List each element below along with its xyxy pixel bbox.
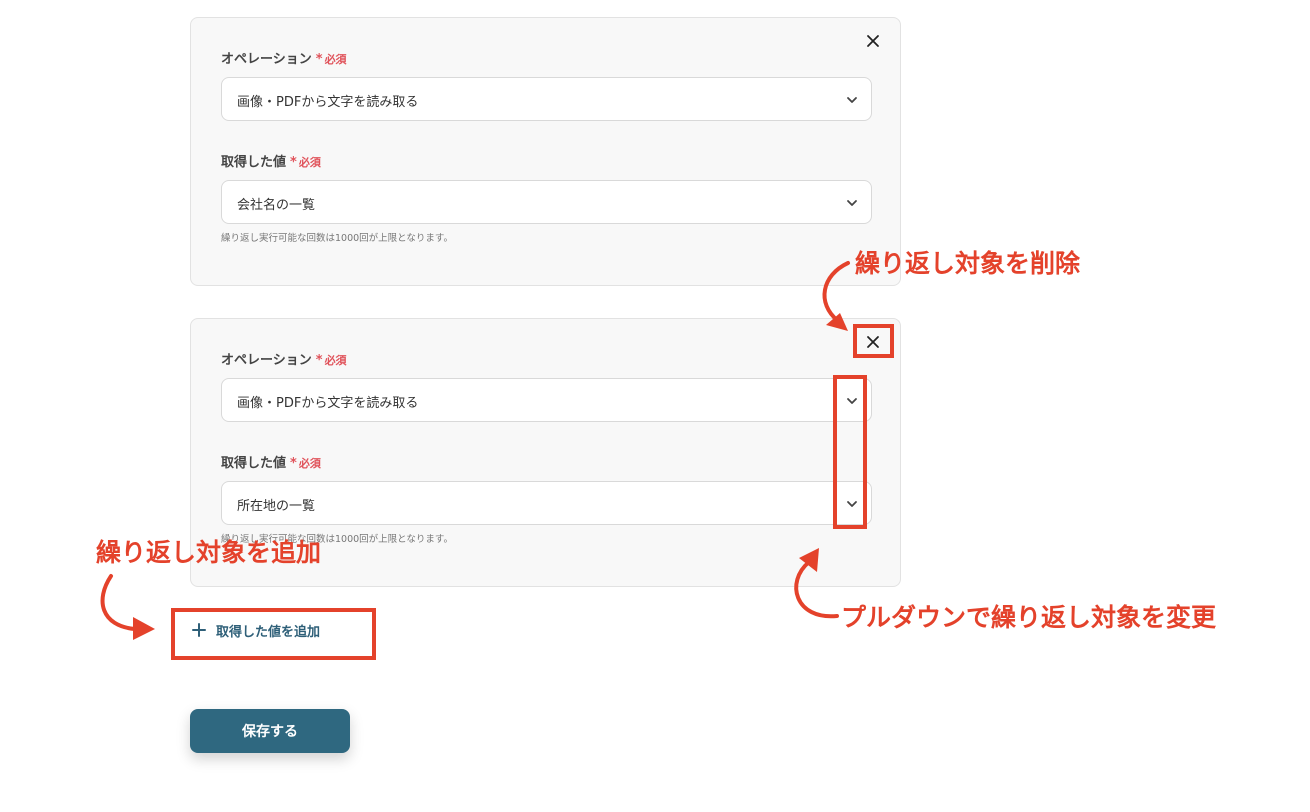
operation-select[interactable]: 画像・PDFから文字を読み取る <box>221 77 872 121</box>
required-text: 必須 <box>324 53 347 66</box>
remove-card-button[interactable] <box>862 30 884 52</box>
close-icon <box>867 35 879 47</box>
required-asterisk: * <box>315 52 323 67</box>
chevron-down-icon <box>847 200 857 206</box>
value-select-value: 所在地の一覧 <box>237 499 316 514</box>
required-asterisk: * <box>315 353 323 368</box>
operation-label: オペレーション * 必須 <box>221 353 347 369</box>
required-text: 必須 <box>324 354 347 367</box>
highlight-add-box <box>171 608 376 660</box>
required-text: 必須 <box>298 457 321 470</box>
chevron-down-icon <box>847 97 857 103</box>
operation-select-value: 画像・PDFから文字を読み取る <box>237 95 419 110</box>
annotation-change: プルダウンで繰り返し対象を変更 <box>841 603 1217 632</box>
value-select[interactable]: 所在地の一覧 <box>221 481 872 525</box>
helper-text: 繰り返し実行可能な回数は1000回が上限となります。 <box>221 233 453 244</box>
loop-target-card: オペレーション * 必須 画像・PDFから文字を読み取る 取得した値 * 必須 会社名の… <box>190 17 901 286</box>
value-label: 取得した値 * 必須 <box>221 155 321 171</box>
required-asterisk: * <box>290 155 297 170</box>
annotation-arrow-delete <box>822 261 850 331</box>
value-label-text: 取得した値 <box>221 155 287 170</box>
operation-label: オペレーション * 必須 <box>221 52 347 68</box>
required-asterisk: * <box>290 456 297 471</box>
operation-select-value: 画像・PDFから文字を読み取る <box>237 396 419 411</box>
annotation-arrow-change <box>794 548 839 619</box>
required-text: 必須 <box>298 156 321 169</box>
value-label: 取得した値 * 必須 <box>221 456 321 472</box>
operation-select[interactable]: 画像・PDFから文字を読み取る <box>221 378 872 422</box>
save-button[interactable]: 保存する <box>190 709 350 753</box>
annotation-add: 繰り返し対象を追加 <box>96 538 322 567</box>
operation-label-text: オペレーション <box>221 353 312 368</box>
value-select[interactable]: 会社名の一覧 <box>221 180 872 224</box>
highlight-chevrons-box <box>833 375 867 529</box>
annotation-delete: 繰り返し対象を削除 <box>855 249 1081 278</box>
annotation-arrow-add <box>100 574 155 640</box>
value-label-text: 取得した値 <box>221 456 287 471</box>
operation-label-text: オペレーション <box>221 52 312 67</box>
value-select-value: 会社名の一覧 <box>237 198 316 213</box>
